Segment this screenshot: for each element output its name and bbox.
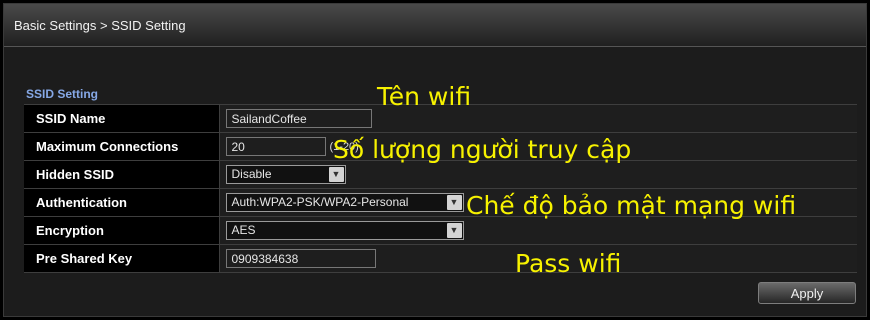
encryption-value: AES <box>231 223 256 237</box>
apply-button[interactable]: Apply <box>758 282 856 304</box>
hidden-ssid-select[interactable]: Disable ▼ <box>225 165 346 184</box>
authentication-select[interactable]: Auth:WPA2-PSK/WPA2-Personal ▼ <box>225 193 464 212</box>
ssid-settings-table: SSID Name SailandCoffee Maximum Connecti… <box>24 104 857 273</box>
pre-shared-key-input[interactable]: 0909384638 <box>225 249 376 268</box>
hidden-ssid-value: Disable <box>231 167 272 181</box>
annotation-authentication: Chế độ bảo mật mạng wifi <box>466 191 797 220</box>
authentication-value: Auth:WPA2-PSK/WPA2-Personal <box>231 195 409 209</box>
authentication-label: Authentication <box>24 188 220 217</box>
row-encryption: Encryption AES ▼ <box>24 216 857 245</box>
chevron-down-icon: ▼ <box>446 195 462 210</box>
chevron-down-icon: ▼ <box>446 223 462 238</box>
ssid-name-input[interactable]: SailandCoffee <box>225 109 372 128</box>
pre-shared-key-label: Pre Shared Key <box>24 244 220 273</box>
row-hidden-ssid: Hidden SSID Disable ▼ <box>24 160 857 189</box>
encryption-label: Encryption <box>24 216 220 245</box>
chevron-down-icon: ▼ <box>328 167 344 182</box>
annotation-ssid: Tên wifi <box>377 82 472 111</box>
breadcrumb: Basic Settings > SSID Setting <box>14 18 186 33</box>
ssid-name-label: SSID Name <box>24 104 220 133</box>
annotation-pre-shared-key: Pass wifi <box>515 249 622 278</box>
annotation-max-connections: Số lượng người truy cập <box>333 135 632 164</box>
hidden-ssid-label: Hidden SSID <box>24 160 220 189</box>
title-bar: Basic Settings > SSID Setting <box>4 4 866 47</box>
encryption-select[interactable]: AES ▼ <box>225 221 464 240</box>
row-pre-shared-key: Pre Shared Key 0909384638 <box>24 244 857 273</box>
max-connections-input[interactable]: 20 <box>225 137 326 156</box>
section-title: SSID Setting <box>26 87 99 101</box>
max-connections-label: Maximum Connections <box>24 132 220 161</box>
